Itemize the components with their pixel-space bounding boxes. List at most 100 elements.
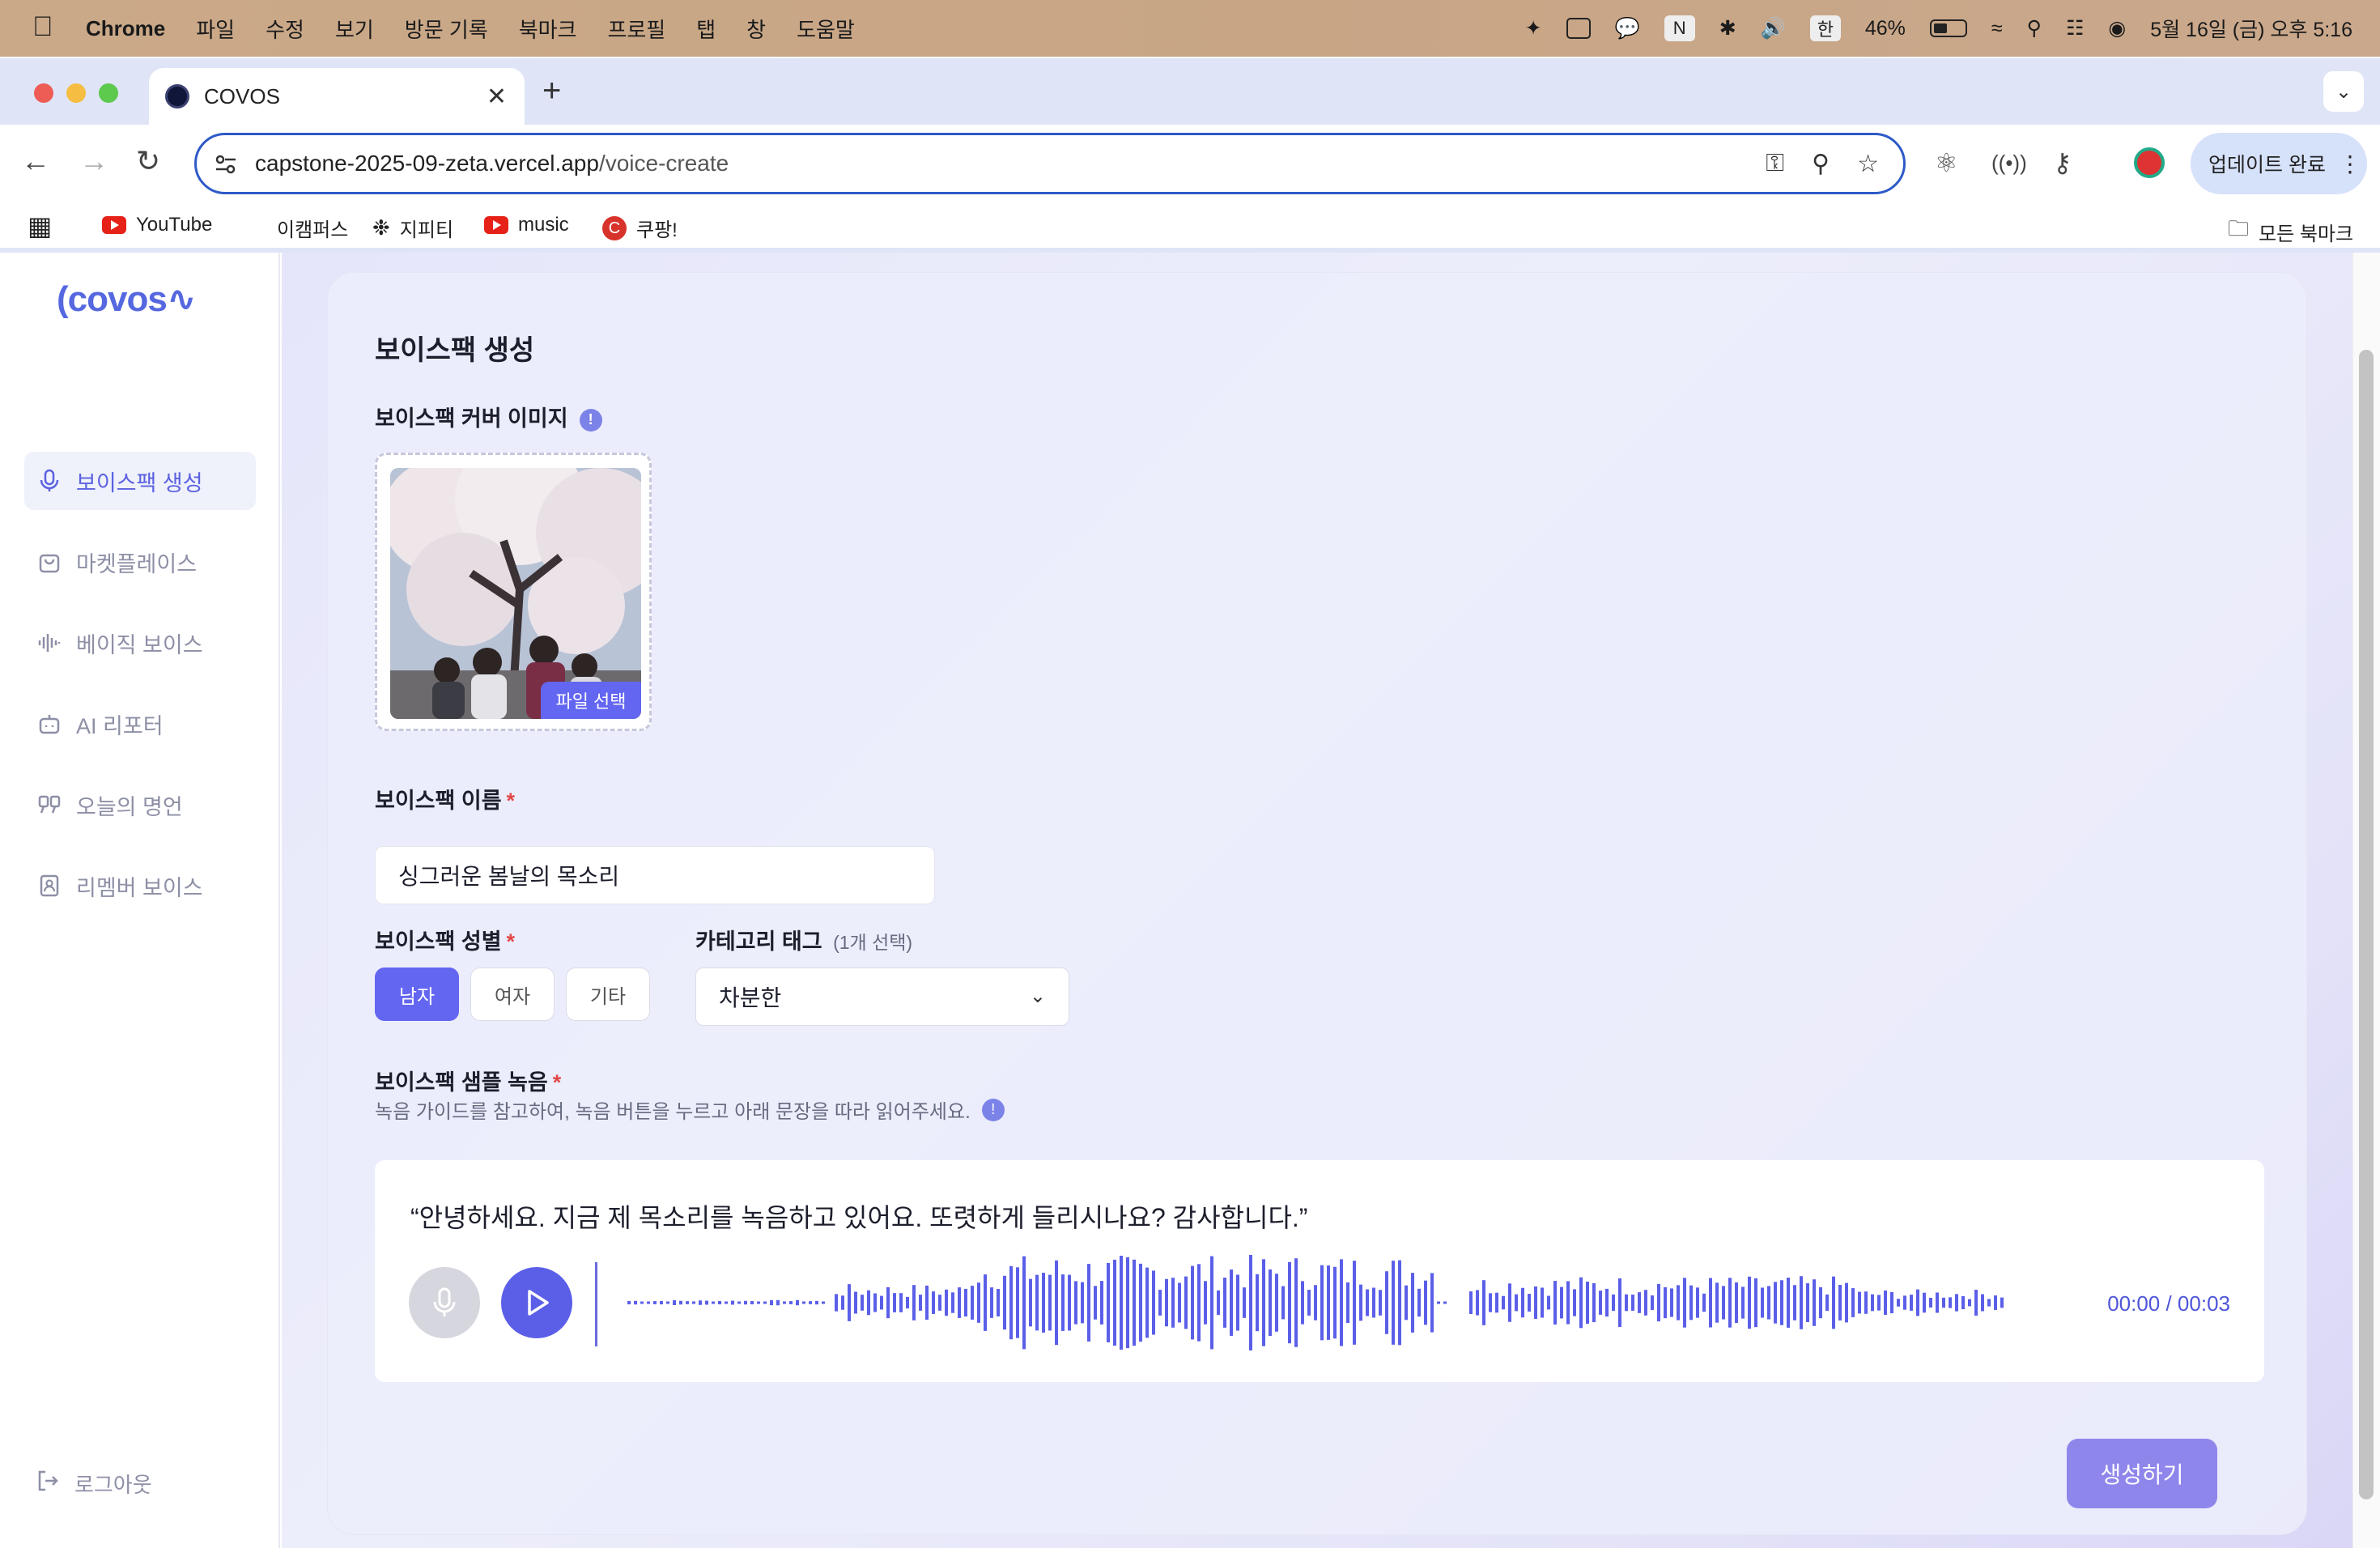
sidebar-item-ai-reporter[interactable]: AI 리포터 bbox=[24, 695, 256, 753]
battery-icon[interactable] bbox=[1929, 19, 1967, 37]
menu-view[interactable]: 보기 bbox=[335, 14, 374, 44]
sidebar-item-marketplace[interactable]: 마켓플레이스 bbox=[24, 533, 256, 591]
menu-edit[interactable]: 수정 bbox=[266, 14, 304, 44]
voicepack-name-input[interactable]: 싱그러운 봄날의 목소리 bbox=[375, 846, 935, 904]
menu-tab[interactable]: 탭 bbox=[696, 14, 716, 44]
gender-option-other[interactable]: 기타 bbox=[566, 968, 650, 1021]
file-select-button[interactable]: 파일 선택 bbox=[541, 682, 641, 719]
site-info-icon[interactable] bbox=[213, 151, 239, 177]
bluetooth-icon[interactable]: ✱ bbox=[1719, 16, 1736, 40]
waveform-bar bbox=[1709, 1278, 1712, 1328]
waveform-bar bbox=[1443, 1301, 1447, 1304]
more-menu-icon[interactable]: ⋮ bbox=[2339, 151, 2361, 177]
update-button[interactable]: 업데이트 완료 ⋮ bbox=[2191, 133, 2367, 194]
info-icon[interactable]: ! bbox=[981, 1098, 1005, 1121]
apps-grid-icon[interactable]: ▦ bbox=[28, 211, 52, 241]
menubar-clock[interactable]: 5월 16일 (금) 오후 5:16 bbox=[2150, 14, 2352, 43]
menu-bookmarks[interactable]: 북마크 bbox=[519, 14, 577, 44]
menu-file[interactable]: 파일 bbox=[196, 14, 235, 44]
siri-icon[interactable]: ◉ bbox=[2108, 16, 2126, 40]
waveform-bar bbox=[1042, 1273, 1045, 1333]
category-hint: (1개 선택) bbox=[833, 932, 913, 953]
menu-help[interactable]: 도움말 bbox=[797, 14, 855, 44]
notion-icon[interactable]: N bbox=[1664, 15, 1695, 41]
window-icon[interactable] bbox=[1566, 18, 1591, 39]
control-center-icon[interactable]: ☷ bbox=[2066, 16, 2084, 40]
waveform-bar bbox=[1541, 1287, 1544, 1318]
waveform-bar bbox=[1346, 1282, 1349, 1324]
close-window-icon[interactable] bbox=[34, 83, 53, 103]
sidebar-item-daily-quote[interactable]: 오늘의 명언 bbox=[24, 776, 256, 834]
zoom-icon[interactable]: ⚲ bbox=[1812, 150, 1830, 178]
all-bookmarks[interactable]: 🗀 모든 북마크 bbox=[2228, 214, 2353, 249]
profile-avatar-icon[interactable] bbox=[2134, 147, 2165, 178]
extensions-puzzle-icon[interactable]: ⚷ bbox=[2053, 147, 2072, 178]
record-button[interactable] bbox=[409, 1267, 480, 1338]
wifi-icon[interactable]: ≈ bbox=[1991, 17, 2003, 40]
cover-image-dropzone[interactable]: 파일 선택 bbox=[375, 453, 652, 731]
waveform-bar bbox=[653, 1301, 657, 1304]
sidebar-item-basic-voice[interactable]: 베이직 보이스 bbox=[24, 614, 256, 672]
scrollbar[interactable] bbox=[2352, 253, 2380, 1548]
waveform-bar bbox=[1715, 1282, 1719, 1323]
reload-icon[interactable]: ↻ bbox=[136, 144, 160, 178]
menu-app-name[interactable]: Chrome bbox=[86, 16, 165, 41]
waveform-bar bbox=[1838, 1285, 1842, 1320]
spotlight-icon[interactable]: ⚲ bbox=[2027, 16, 2042, 40]
close-tab-icon[interactable]: ✕ bbox=[487, 83, 507, 111]
logout-button[interactable]: 로그아웃 bbox=[36, 1469, 152, 1499]
waveform-bar bbox=[1469, 1291, 1473, 1314]
waveform-bar bbox=[1022, 1256, 1026, 1350]
waveform-bar bbox=[1307, 1290, 1311, 1316]
update-label: 업데이트 완료 bbox=[2208, 154, 2326, 176]
bookmark-youtube[interactable]: YouTube bbox=[102, 214, 212, 236]
apple-icon[interactable]:  bbox=[32, 11, 53, 43]
back-icon[interactable]: ← bbox=[21, 144, 50, 178]
password-key-icon[interactable]: ⚿ bbox=[1766, 150, 1784, 178]
gender-option-female[interactable]: 여자 bbox=[470, 968, 555, 1021]
volume-icon[interactable]: 🔊 bbox=[1761, 17, 1786, 40]
waveform-bar bbox=[854, 1291, 857, 1314]
info-icon[interactable]: ! bbox=[579, 408, 602, 432]
forward-icon[interactable]: → bbox=[79, 144, 108, 178]
covos-logo[interactable]: (covos∿ bbox=[57, 279, 197, 320]
waveform-bar bbox=[1612, 1294, 1615, 1312]
waveform-bar bbox=[1787, 1278, 1790, 1328]
waveform-bar bbox=[1528, 1294, 1531, 1312]
play-button[interactable] bbox=[501, 1267, 572, 1338]
gender-option-male[interactable]: 남자 bbox=[375, 968, 459, 1021]
bookmark-gpt[interactable]: ❉ 지피티 bbox=[372, 214, 453, 242]
address-bar[interactable]: capstone-2025-09-zeta.vercel.app/voice-c… bbox=[194, 133, 1906, 194]
bookmark-ecampus[interactable]: 이캠퍼스 bbox=[277, 214, 348, 242]
bookmark-star-icon[interactable]: ☆ bbox=[1857, 150, 1879, 178]
bookmark-label: 쿠팡! bbox=[636, 219, 678, 241]
broadcast-extension-icon[interactable]: ((•)) bbox=[1991, 151, 2027, 176]
new-tab-icon[interactable]: + bbox=[542, 73, 561, 109]
tab-covos[interactable]: COVOS ✕ bbox=[149, 68, 525, 125]
browser-chrome: COVOS ✕ + ⌄ ← → ↻ capstone-2025-09-zeta.… bbox=[0, 58, 2380, 253]
bookmark-music[interactable]: music bbox=[484, 214, 569, 236]
waveform-bar bbox=[705, 1300, 708, 1305]
sidebar-item-voice-create[interactable]: 보이스팩 생성 bbox=[24, 452, 256, 510]
tab-search-icon[interactable]: ⌄ bbox=[2323, 71, 2364, 112]
bookmark-coupang[interactable]: C 쿠팡! bbox=[602, 214, 678, 242]
waveform-bar bbox=[1670, 1288, 1673, 1317]
waveform-bar bbox=[1573, 1289, 1576, 1316]
input-method-badge[interactable]: 한 bbox=[1809, 15, 1841, 41]
sidebar-item-remember-voice[interactable]: 리멤버 보이스 bbox=[24, 857, 256, 915]
zoom-window-icon[interactable] bbox=[99, 83, 118, 103]
minimize-window-icon[interactable] bbox=[66, 83, 86, 103]
create-button[interactable]: 생성하기 bbox=[2067, 1439, 2217, 1508]
chat-icon[interactable]: 💬 bbox=[1615, 17, 1640, 40]
menu-history[interactable]: 방문 기록 bbox=[405, 14, 488, 44]
mic-icon bbox=[433, 1287, 456, 1316]
menu-profile[interactable]: 프로필 bbox=[607, 14, 665, 44]
react-devtools-icon[interactable]: ⚛ bbox=[1935, 147, 1958, 178]
app-menus: Chrome 파일 수정 보기 방문 기록 북마크 프로필 탭 창 도움말 bbox=[86, 0, 886, 57]
figma-icon[interactable]: ✦ bbox=[1525, 16, 1542, 40]
category-select[interactable]: 차분한 ⌄ bbox=[695, 968, 1069, 1026]
waveform-bar bbox=[938, 1295, 941, 1311]
menu-window[interactable]: 창 bbox=[746, 14, 766, 44]
scrollbar-thumb[interactable] bbox=[2359, 350, 2374, 1499]
folder-icon: 🗀 bbox=[2228, 216, 2250, 240]
